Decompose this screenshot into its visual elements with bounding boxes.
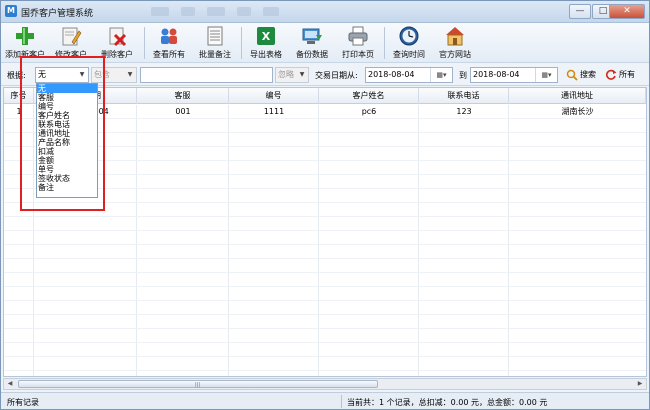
column-header-phone[interactable]: 联系电话 (419, 88, 509, 104)
date-from-picker[interactable]: 2018-08-04 ▦▾ (365, 67, 453, 83)
grid-line (4, 244, 646, 245)
cell-customer-name: pc6 (361, 107, 377, 116)
grid-line (4, 342, 646, 343)
show-all-button-label: 所有 (619, 70, 635, 79)
grid-line (4, 328, 646, 329)
grid-line (4, 216, 646, 217)
minimize-button[interactable]: — (569, 4, 591, 19)
cell-service: 001 (175, 107, 191, 116)
blurred-menu-item (151, 7, 169, 16)
title-bar[interactable]: M 国乔客户管理系统 — □ ✕ (1, 1, 649, 23)
search-button-label: 搜索 (580, 70, 596, 79)
close-button[interactable]: ✕ (609, 4, 645, 19)
toolbar-separator (241, 27, 242, 59)
column-header-service[interactable]: 客服 (137, 88, 229, 104)
scroll-right-icon[interactable]: ▶ (634, 379, 646, 389)
cell-code: 1111 (263, 107, 285, 116)
official-site-button[interactable]: 官方网站 (435, 25, 475, 61)
highlight-annotation-box (20, 56, 105, 211)
grid-line (4, 314, 646, 315)
toolbar-label: 打印本页 (342, 50, 374, 59)
grid-line (4, 258, 646, 259)
grid-line (4, 300, 646, 301)
grid-line (4, 230, 646, 231)
grid-line (4, 272, 646, 273)
batch-note-icon (207, 26, 223, 46)
calendar-icon[interactable]: ▦▾ (430, 68, 452, 82)
toolbar-label: 官方网站 (439, 50, 471, 59)
backup-icon (302, 28, 322, 44)
blurred-menu-item (237, 7, 251, 16)
toolbar-separator (144, 27, 145, 59)
toolbar-label: 导出表格 (250, 50, 282, 59)
view-all-icon (161, 28, 177, 44)
toolbar-separator (384, 27, 385, 59)
scroll-left-icon[interactable]: ◀ (4, 379, 16, 389)
view-all-button[interactable]: 查看所有 (149, 25, 189, 61)
column-header-address[interactable]: 通讯地址 (509, 88, 646, 104)
close-icon: ✕ (623, 6, 631, 16)
edit-icon (62, 27, 82, 46)
refresh-icon (606, 69, 617, 80)
chevron-down-icon[interactable]: ▼ (124, 68, 136, 82)
grid-line (4, 286, 646, 287)
date-to-picker[interactable]: 2018-08-04 ▦▾ (470, 67, 558, 83)
calendar-icon[interactable]: ▦▾ (535, 68, 557, 82)
keyword-input[interactable] (140, 67, 273, 83)
horizontal-scrollbar[interactable]: ◀ ||| ▶ (3, 378, 647, 390)
show-all-button[interactable]: 所有 (605, 68, 635, 82)
query-time-button[interactable]: 查询时间 (389, 25, 429, 61)
grid-line (4, 370, 646, 371)
window-title: 国乔客户管理系统 (21, 9, 94, 19)
toolbar-label: 备份数据 (296, 50, 328, 59)
logic-value: 忽略 (278, 70, 294, 79)
print-icon (348, 26, 368, 46)
search-button[interactable]: 搜索 (566, 68, 596, 82)
grid-line (4, 356, 646, 357)
cell-address: 湖南长沙 (561, 107, 594, 116)
excel-export-icon: X (257, 27, 275, 45)
blurred-menu-item (263, 7, 279, 16)
status-record-scope: 所有记录 (7, 398, 39, 407)
status-bar: 所有记录 当前共：1 个记录，总扣减：0.00 元，总金额：0.00 元 (1, 392, 649, 409)
date-to-value: 2018-08-04 (473, 70, 520, 79)
toolbar-label: 批量备注 (199, 50, 231, 59)
export-table-button[interactable]: X 导出表格 (246, 25, 286, 61)
backup-data-button[interactable]: 备份数据 (292, 25, 332, 61)
status-summary: 当前共：1 个记录，总扣减：0.00 元，总金额：0.00 元 (347, 398, 548, 407)
print-page-button[interactable]: 打印本页 (338, 25, 378, 61)
column-header-code[interactable]: 编号 (229, 88, 319, 104)
maximize-icon: □ (598, 6, 608, 16)
grip-icon: ||| (195, 382, 201, 388)
blurred-menu-item (207, 7, 225, 16)
search-icon (566, 69, 578, 81)
toolbar-label: 查看所有 (153, 50, 185, 59)
cell-phone: 123 (456, 107, 472, 116)
batch-note-button[interactable]: 批量备注 (195, 25, 235, 61)
chevron-down-icon[interactable]: ▼ (296, 68, 308, 82)
svg-text:X: X (262, 30, 271, 43)
clock-icon (399, 26, 419, 46)
status-separator (341, 395, 342, 408)
minimize-icon: — (575, 6, 585, 16)
home-icon (446, 27, 464, 46)
delete-icon (109, 27, 127, 47)
add-icon (16, 27, 34, 45)
date-from-label: 交易日期从: (315, 71, 358, 80)
date-from-value: 2018-08-04 (368, 70, 415, 79)
toolbar-label: 查询时间 (393, 50, 425, 59)
app-window: M 国乔客户管理系统 — □ ✕ 添加新客户 修改客户 删除客户 查看所有 批量… (0, 0, 650, 410)
blurred-menu-item (181, 7, 195, 16)
column-header-customer-name[interactable]: 客户姓名 (319, 88, 419, 104)
date-to-label: 到 (459, 71, 467, 80)
app-logo-icon: M (5, 5, 17, 17)
scrollbar-thumb[interactable]: ||| (18, 380, 378, 388)
logic-select[interactable]: 忽略 ▼ (275, 67, 309, 83)
